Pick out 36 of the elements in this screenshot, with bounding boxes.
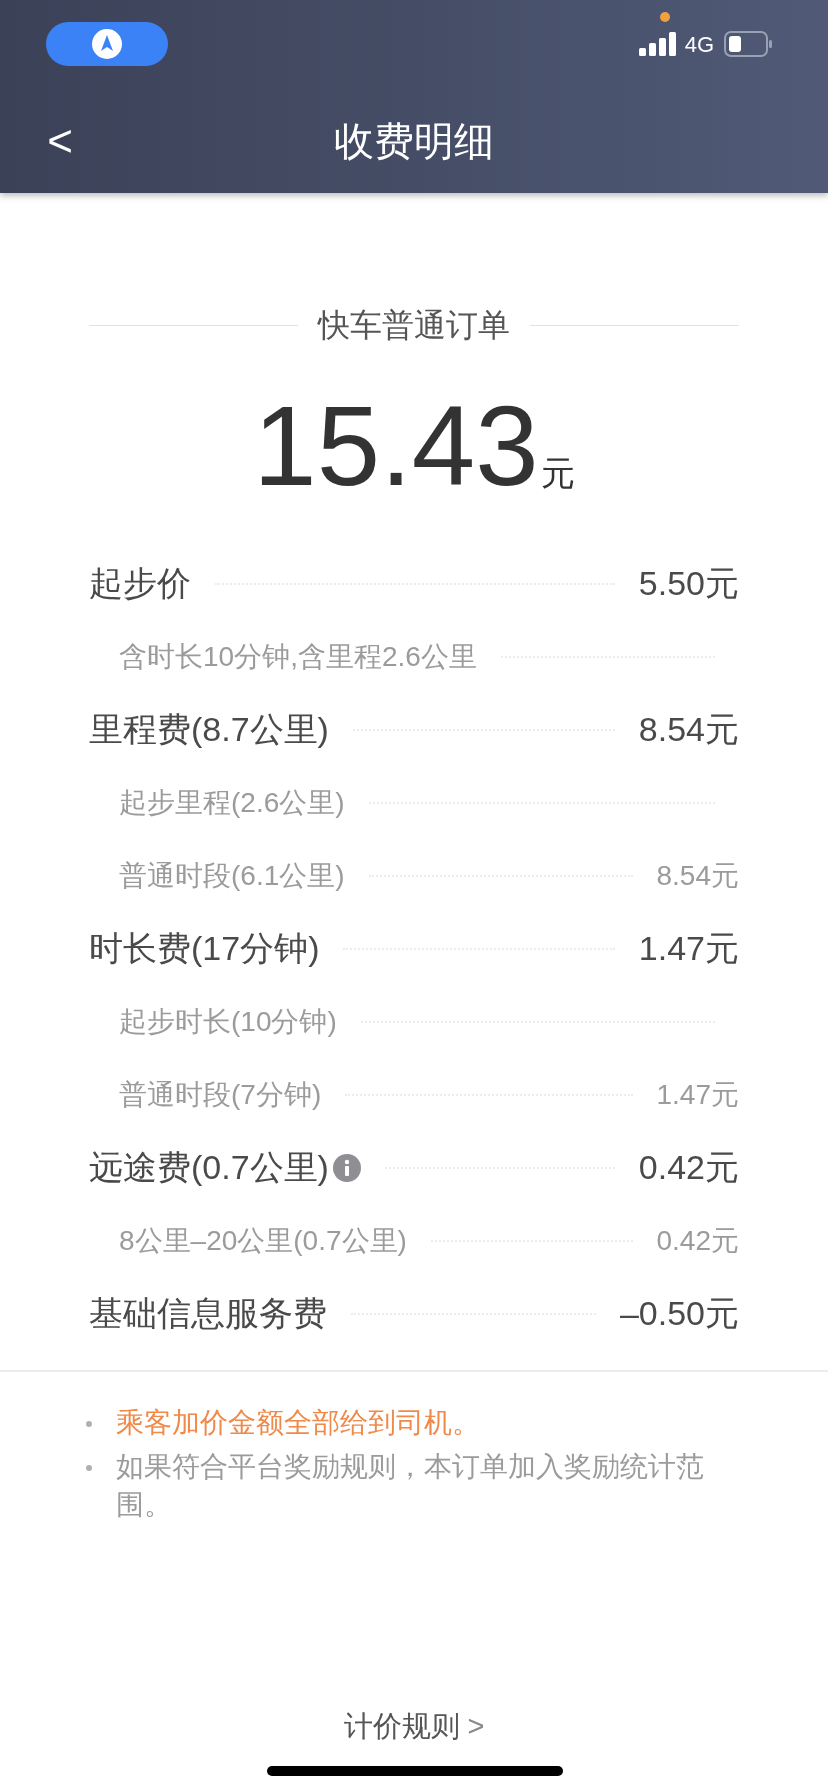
recording-dot-icon bbox=[660, 12, 670, 22]
note-text: 乘客加价金额全部给到司机。 bbox=[116, 1406, 480, 1440]
navigation-pill[interactable] bbox=[46, 22, 168, 66]
fee-amount: 1.47元 bbox=[638, 928, 739, 969]
fee-detail-label: 含时长10分钟,含里程2.6公里 bbox=[119, 639, 477, 674]
order-type: 快车普通订单 bbox=[318, 306, 510, 345]
pricing-rules-link[interactable]: 计价规则 > bbox=[343, 1704, 485, 1748]
page-title: 收费明细 bbox=[334, 117, 494, 165]
fee-detail-label: 起步时长(10分钟) bbox=[119, 1004, 337, 1039]
fee-label: 时长费(17分钟) bbox=[89, 928, 320, 969]
battery-icon bbox=[724, 31, 772, 57]
fee-label: 远途费(0.7公里) bbox=[89, 1147, 329, 1188]
fee-label: 里程费(8.7公里) bbox=[89, 709, 329, 750]
fee-detail-amount: 8.54元 bbox=[656, 858, 739, 893]
fee-amount: 5.50元 bbox=[638, 563, 739, 604]
bullet-icon bbox=[86, 1421, 92, 1427]
fee-amount: –0.50元 bbox=[619, 1293, 739, 1334]
fee-amount: 0.42元 bbox=[638, 1147, 739, 1188]
fee-amount: 8.54元 bbox=[638, 709, 739, 750]
fee-detail-amount: 1.47元 bbox=[656, 1077, 739, 1112]
fee-detail-label: 普通时段(6.1公里) bbox=[119, 858, 345, 893]
info-icon[interactable] bbox=[332, 1153, 361, 1182]
fee-label: 基础信息服务费 bbox=[89, 1293, 327, 1334]
fee-detail-label: 普通时段(7分钟) bbox=[119, 1077, 322, 1112]
signal-icon bbox=[638, 32, 677, 56]
currency-unit: 元 bbox=[540, 453, 575, 494]
total-amount: 15.43 bbox=[253, 389, 539, 503]
fee-detail-label: 起步里程(2.6公里) bbox=[119, 785, 345, 820]
network-label: 4G bbox=[684, 30, 714, 59]
fee-detail-label: 8公里–20公里(0.7公里) bbox=[119, 1223, 407, 1258]
fee-detail-amount: 0.42元 bbox=[656, 1223, 739, 1258]
fee-label: 起步价 bbox=[89, 563, 191, 604]
navigation-icon bbox=[92, 29, 122, 59]
back-button[interactable]: < bbox=[40, 118, 80, 163]
note-text: 如果符合平台奖励规则，本订单加入奖励统计范围。 bbox=[116, 1450, 705, 1522]
bullet-icon bbox=[86, 1465, 92, 1471]
